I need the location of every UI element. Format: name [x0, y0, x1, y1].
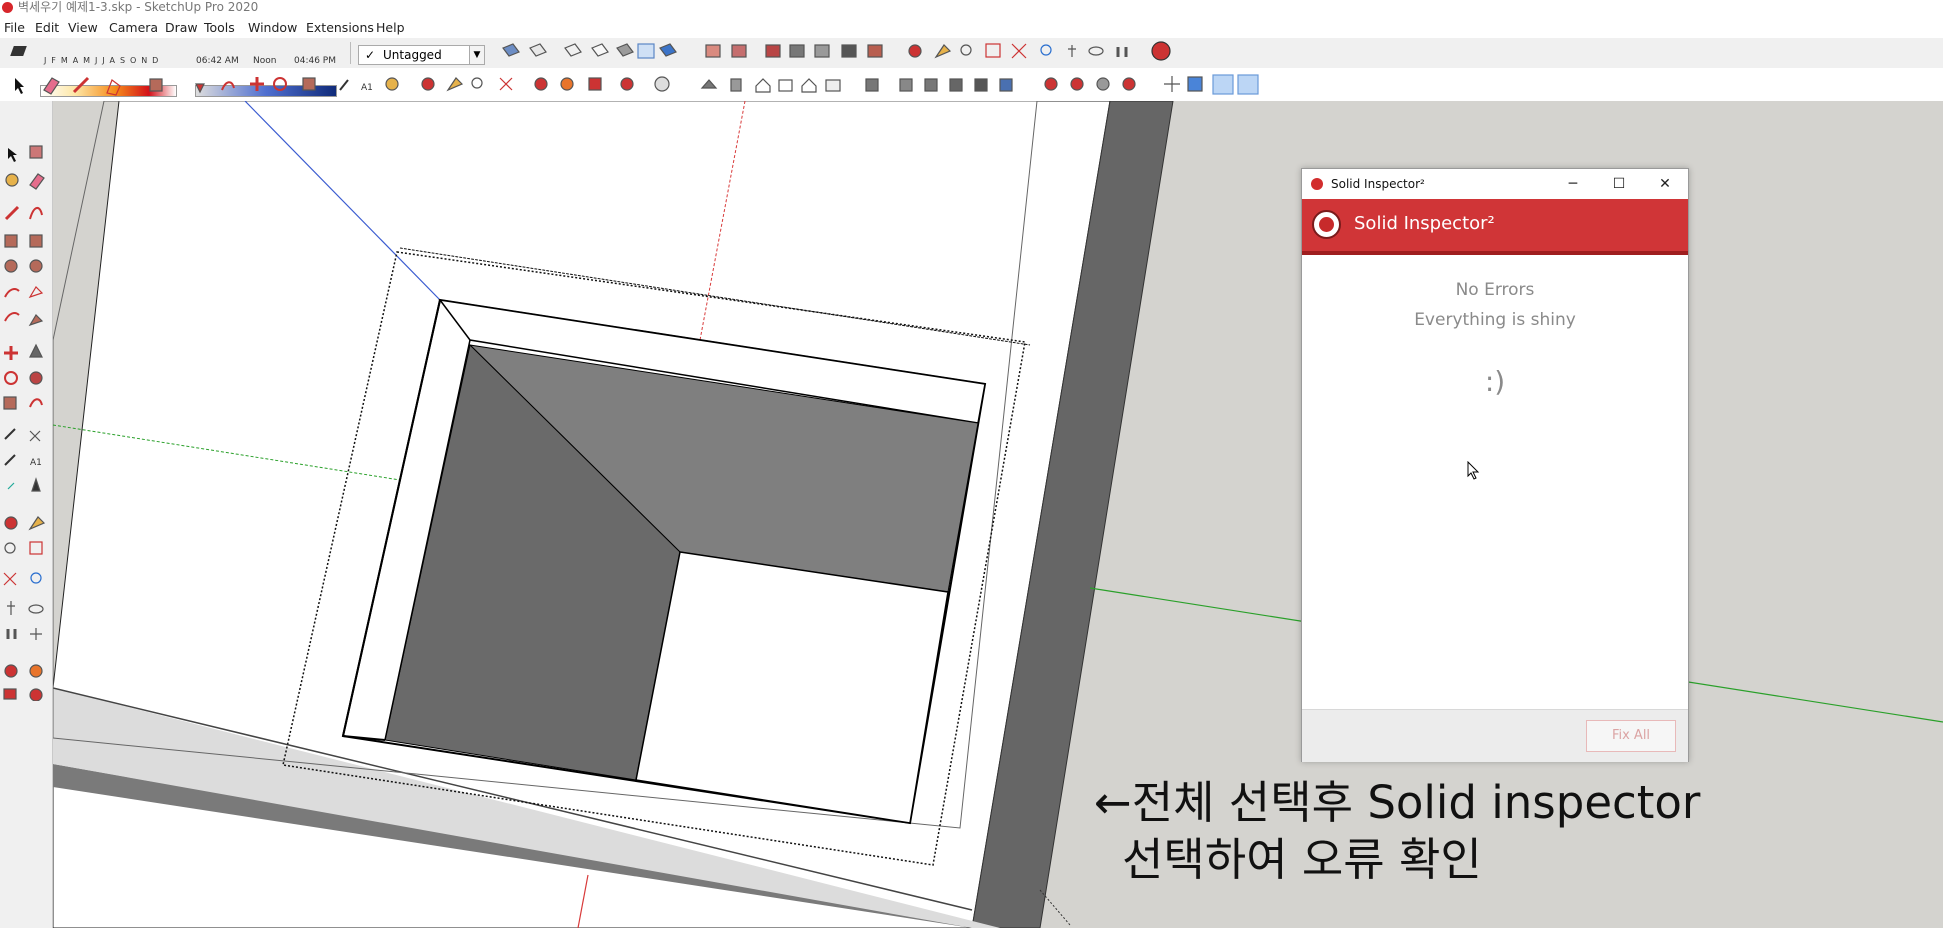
smiley-text: :): [1484, 365, 1506, 398]
menu-file[interactable]: File: [4, 20, 25, 35]
solid-inspector-results: No Errors Everything is shiny :): [1302, 255, 1688, 705]
sketchup-app-icon: [2, 2, 13, 13]
minimize-icon[interactable]: ─: [1562, 174, 1584, 194]
sketchup-icon: [1311, 178, 1323, 190]
tag-value: Untagged: [383, 48, 442, 62]
no-errors-message: No Errors: [1455, 280, 1535, 300]
shiny-message: Everything is shiny: [1414, 310, 1576, 330]
tag-select[interactable]: ✓ Untagged ▼: [358, 45, 485, 65]
time-noon-label: Noon: [253, 56, 277, 66]
annotation-line-2: 선택하여 오류 확인: [1122, 833, 1482, 886]
solid-inspector-window-title: Solid Inspector²: [1331, 177, 1425, 191]
menu-camera[interactable]: Camera: [109, 20, 158, 35]
view-icons: [700, 74, 1259, 95]
menu-view[interactable]: View: [68, 20, 98, 35]
solid-inspector-title-bar: Solid Inspector² ─ ☐ ✕: [1302, 169, 1688, 199]
menu-help[interactable]: Help: [376, 20, 405, 35]
mouse-cursor-icon: [1467, 461, 1480, 480]
month-labels: J F M A M J J A S O N D: [44, 56, 160, 65]
menu-draw[interactable]: Draw: [165, 20, 198, 35]
left-tool-icons: A1: [3, 145, 46, 702]
menu-tools[interactable]: Tools: [204, 20, 235, 35]
time-start-label: 06:42 AM: [196, 56, 239, 66]
time-slider[interactable]: [195, 85, 337, 97]
top-toolbar-1: J F M A M J J A S O N D 06:42 AM Noon 04…: [0, 38, 1943, 97]
menu-window[interactable]: Window: [248, 20, 297, 35]
solid-inspector-header: Solid Inspector²: [1302, 199, 1688, 255]
close-icon[interactable]: ✕: [1654, 174, 1676, 194]
solid-inspector-header-title: Solid Inspector²: [1354, 213, 1495, 234]
svg-text:A1: A1: [30, 458, 42, 468]
fix-all-button[interactable]: Fix All: [1586, 720, 1676, 752]
window-title: 벽세우기 예제1-3.skp - SketchUp Pro 2020: [18, 0, 259, 14]
warehouse-icons: [534, 76, 670, 92]
chevron-down-icon[interactable]: ▼: [469, 46, 484, 64]
month-slider[interactable]: [40, 85, 177, 97]
toolbar-divider: [350, 42, 351, 64]
menu-extensions[interactable]: Extensions: [306, 20, 374, 35]
annotation-line-1: ←전체 선택후 Solid inspector: [1094, 776, 1701, 829]
solid-inspector-footer: Fix All: [1302, 709, 1688, 762]
solid-inspector-logo-icon: [1312, 210, 1341, 239]
left-toolbar: A1: [0, 101, 53, 928]
solid-inspector-window: Solid Inspector² ─ ☐ ✕ Solid Inspector² …: [1301, 168, 1689, 762]
shadow-toggle-icon[interactable]: [10, 46, 27, 56]
svg-text:A1: A1: [361, 83, 373, 93]
menu-edit[interactable]: Edit: [35, 20, 59, 35]
app-title-bar: 벽세우기 예제1-3.skp - SketchUp Pro 2020: [0, 0, 1943, 16]
select-icon: [15, 78, 24, 94]
time-end-label: 04:46 PM: [294, 56, 336, 66]
menu-bar: File Edit View Camera Draw Tools Window …: [0, 16, 1943, 38]
tag-check-icon: ✓: [365, 48, 376, 62]
maximize-icon[interactable]: ☐: [1608, 174, 1630, 194]
